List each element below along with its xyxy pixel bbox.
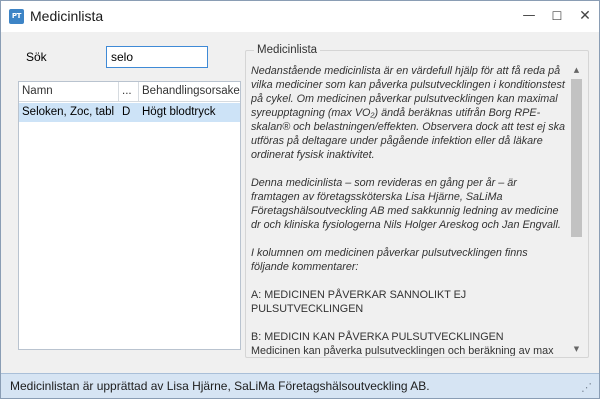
info-paragraph-revision: Denna medicinlista – som revideras en gå… <box>251 177 561 231</box>
close-button[interactable]: ✕ <box>571 1 599 32</box>
scroll-thumb[interactable] <box>571 79 582 237</box>
cell-namn: Seloken, Zoc, tabl <box>22 106 115 118</box>
title-bar[interactable]: PT Medicinlista — ☐ ✕ <box>1 1 599 32</box>
info-groupbox-title: Medicinlista <box>254 44 321 56</box>
info-paragraph-comments: I kolumnen om medicinen påverkar pulsutv… <box>251 247 528 273</box>
column-header-namn[interactable]: Namn <box>19 82 119 102</box>
column-header-behandlingsorsaker[interactable]: Behandlingsorsaker <box>139 82 240 102</box>
resize-grip-icon[interactable]: ⋰ <box>581 382 593 394</box>
status-bar: Medicinlistan är upprättad av Lisa Hjärn… <box>1 373 599 398</box>
medicine-table: Namn ... Behandlingsorsaker Seloken, Zoc… <box>18 81 241 350</box>
scroll-up-arrow-icon[interactable]: ▲ <box>569 63 584 78</box>
search-input[interactable] <box>106 46 208 68</box>
main-window: PT Medicinlista — ☐ ✕ Sök Namn ... Behan… <box>0 0 600 399</box>
cell-code: D <box>122 106 131 118</box>
info-paragraph-intro: Nedanstående medicinlista är en värdeful… <box>251 65 566 161</box>
table-header: Namn ... Behandlingsorsaker <box>19 82 240 102</box>
column-header-code[interactable]: ... <box>119 82 139 102</box>
info-paragraph-category-b: B: MEDICIN KAN PÅVERKA PULSUTVECKLINGEN <box>251 331 504 343</box>
status-text: Medicinlistan är upprättad av Lisa Hjärn… <box>10 379 430 393</box>
search-label: Sök <box>26 50 47 64</box>
scroll-down-arrow-icon[interactable]: ▼ <box>569 342 584 357</box>
app-icon: PT <box>9 9 24 24</box>
table-row[interactable]: Seloken, Zoc, tabl D Högt blodtryck <box>19 103 240 122</box>
info-paragraph-category-b-text: Medicinen kan påverka pulsutvecklingen o… <box>251 345 554 356</box>
minimize-button[interactable]: — <box>515 1 543 32</box>
maximize-button[interactable]: ☐ <box>543 1 571 32</box>
cell-behandlingsorsak: Högt blodtryck <box>142 106 216 118</box>
info-vertical-scrollbar[interactable]: ▲ ▼ <box>569 63 584 357</box>
info-paragraph-category-a: A: MEDICINEN PÅVERKAR SANNOLIKT EJ PULSU… <box>251 289 467 315</box>
info-text-area[interactable]: Nedanstående medicinlista är en värdeful… <box>251 64 567 356</box>
window-title: Medicinlista <box>30 8 104 24</box>
